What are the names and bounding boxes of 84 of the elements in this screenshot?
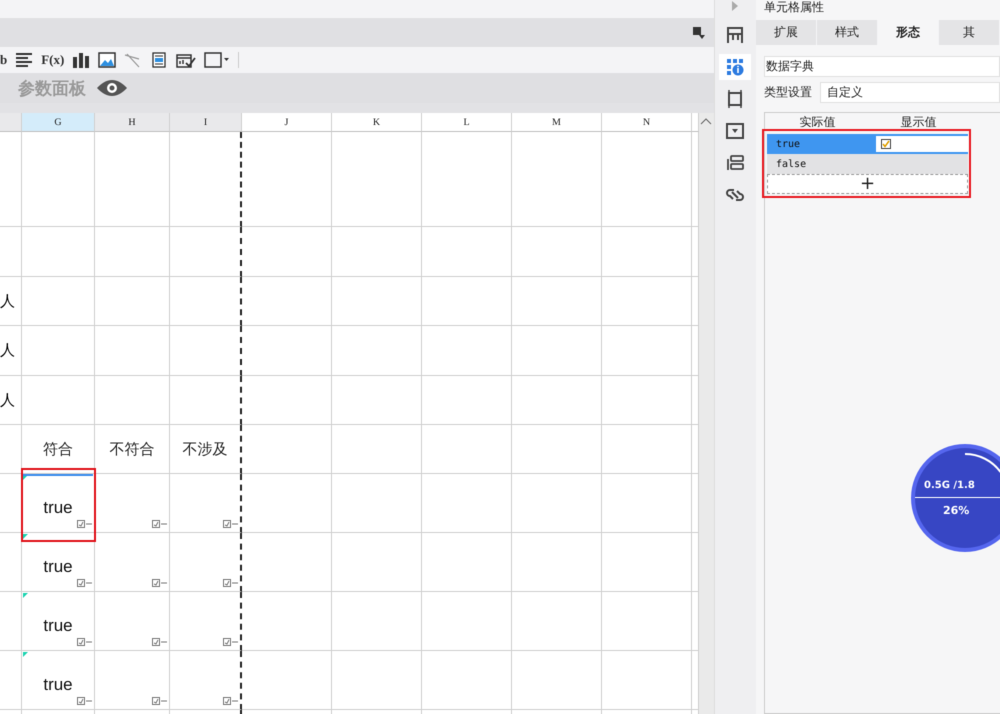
table-cell[interactable]: [170, 651, 242, 710]
table-cell: 人: [0, 277, 22, 326]
column-header[interactable]: M: [512, 113, 602, 132]
table-cell: [0, 592, 22, 651]
border-icon[interactable]: [204, 52, 230, 68]
cell-value: true: [43, 498, 73, 518]
grid-icon: [726, 26, 744, 44]
scroll-up-icon[interactable]: [700, 117, 712, 125]
actual-value: false: [775, 158, 808, 170]
table-cell[interactable]: [170, 592, 242, 651]
column-header[interactable]: K: [332, 113, 422, 132]
scrollbar[interactable]: [698, 113, 714, 714]
checkbox-icon: [77, 697, 93, 705]
panel-title: 单元格属性: [763, 0, 825, 16]
table-cell: [0, 425, 22, 474]
image-icon[interactable]: [98, 52, 116, 68]
cell-marker: [23, 593, 28, 598]
checkbox-icon: [152, 638, 168, 646]
checkbox-icon: [152, 520, 168, 528]
table-cell: [0, 227, 22, 277]
cell-value: true: [43, 557, 73, 577]
checkbox-icon: [77, 638, 93, 646]
align-icon[interactable]: [15, 52, 34, 68]
table-cell[interactable]: [170, 474, 242, 533]
cell-value: true: [43, 616, 73, 636]
dictionary-row[interactable]: false: [767, 154, 968, 174]
table-cell[interactable]: true: [22, 651, 95, 710]
table-cell: 不符合: [95, 425, 170, 474]
checkbox-icon: [223, 520, 239, 528]
checkbox-icon: [77, 579, 93, 587]
actual-value: true: [775, 138, 802, 150]
column-header[interactable]: H: [95, 113, 170, 132]
display-value-field[interactable]: [876, 136, 968, 152]
table-cell: [170, 326, 242, 376]
table-cell: 不涉及: [170, 425, 242, 474]
stack-icon: [726, 154, 744, 172]
table-cell: [0, 651, 22, 710]
table-cell[interactable]: true: [22, 474, 95, 533]
column-header[interactable]: I: [170, 113, 242, 132]
table-cell[interactable]: true: [22, 533, 95, 592]
tab[interactable]: 形态: [878, 20, 939, 45]
field-label: 类型设置: [764, 84, 812, 101]
checkbox-icon: [77, 520, 93, 528]
column-header[interactable]: G: [22, 113, 95, 132]
memory-widget[interactable]: 0.5G /1.8 26%: [915, 448, 1000, 548]
checkbox-icon: [223, 579, 239, 587]
checkbox-icon: [223, 638, 239, 646]
table-cell[interactable]: [170, 533, 242, 592]
checkbox-icon: [152, 579, 168, 587]
table-cell: [170, 277, 242, 326]
parameter-panel-title: 参数面板: [18, 78, 86, 100]
checkbox-icon: [152, 697, 168, 705]
document-icon[interactable]: [150, 52, 168, 68]
dictionary-row[interactable]: true: [767, 134, 968, 154]
form-kind-select[interactable]: 数据字典: [764, 56, 1000, 77]
table-cell: 人: [0, 326, 22, 376]
info-icon: [726, 58, 744, 76]
checkbox-icon: [881, 139, 891, 149]
eye-icon[interactable]: [96, 78, 128, 98]
toolbar-button[interactable]: b: [0, 52, 8, 68]
add-row-button[interactable]: +: [767, 174, 968, 194]
table-cell: [170, 227, 242, 277]
cell-value: true: [43, 675, 73, 695]
cell-marker: [23, 534, 28, 539]
toolbar-button[interactable]: F(x): [41, 52, 64, 68]
dropdown-icon: [726, 122, 744, 140]
checkbox-icon: [223, 697, 239, 705]
column-header[interactable]: J: [242, 113, 332, 132]
table-cell[interactable]: true: [22, 592, 95, 651]
sidebar-tab[interactable]: [719, 54, 752, 80]
link-icon: [726, 186, 744, 204]
column-header[interactable]: L: [422, 113, 512, 132]
table-cell: [170, 376, 242, 425]
memory-percent: 26%: [943, 504, 970, 516]
bar-chart-icon[interactable]: [72, 52, 90, 68]
panel-toggle-icon[interactable]: [692, 26, 706, 40]
table-cell: 人: [0, 376, 22, 425]
slash-icon[interactable]: [124, 52, 142, 68]
memory-usage: 0.5G /1.8: [924, 480, 975, 490]
type-select[interactable]: 自定义: [820, 82, 1000, 103]
cell-marker: [23, 652, 28, 657]
column-header[interactable]: N: [602, 113, 692, 132]
report-check-icon[interactable]: [176, 52, 196, 68]
frame-icon: [726, 90, 744, 108]
